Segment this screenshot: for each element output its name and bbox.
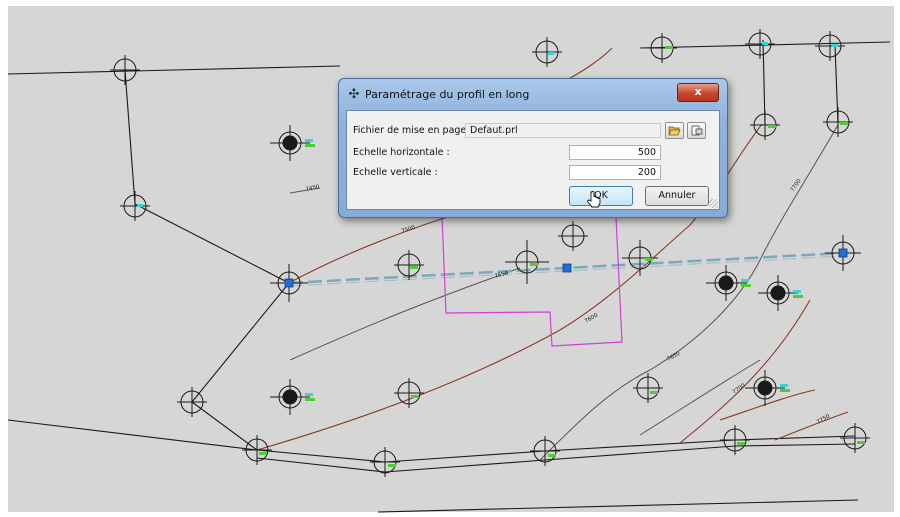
dialog-title: Paramétrage du profil en long xyxy=(365,88,530,101)
ok-button[interactable]: OK xyxy=(569,186,633,206)
folder-open-icon[interactable] xyxy=(665,122,684,139)
h-scale-label: Echelle horizontale : xyxy=(353,147,450,158)
cancel-button[interactable]: Annuler xyxy=(645,186,709,206)
hand-cursor-icon xyxy=(587,191,601,208)
resize-grip[interactable] xyxy=(709,199,718,208)
dialog-body: Fichier de mise en page : Defaut.prl Ech… xyxy=(346,110,720,210)
profile-settings-dialog: ✣ Paramétrage du profil en long x Fichie… xyxy=(338,78,728,218)
page-properties-icon[interactable] xyxy=(687,122,706,139)
grip-end[interactable] xyxy=(838,248,848,258)
h-scale-input[interactable]: 500 xyxy=(569,145,661,160)
v-scale-input[interactable]: 200 xyxy=(569,165,661,180)
close-button[interactable]: x xyxy=(677,83,719,102)
layout-file-label: Fichier de mise en page : xyxy=(353,125,473,136)
grip-mid[interactable] xyxy=(562,263,572,273)
dialog-titlebar[interactable]: ✣ Paramétrage du profil en long x xyxy=(345,83,721,107)
grid-cross-icon: ✣ xyxy=(348,87,360,102)
layout-file-field[interactable]: Defaut.prl xyxy=(465,123,661,138)
grip-start[interactable] xyxy=(284,278,294,288)
v-scale-label: Echelle verticale : xyxy=(353,167,438,178)
